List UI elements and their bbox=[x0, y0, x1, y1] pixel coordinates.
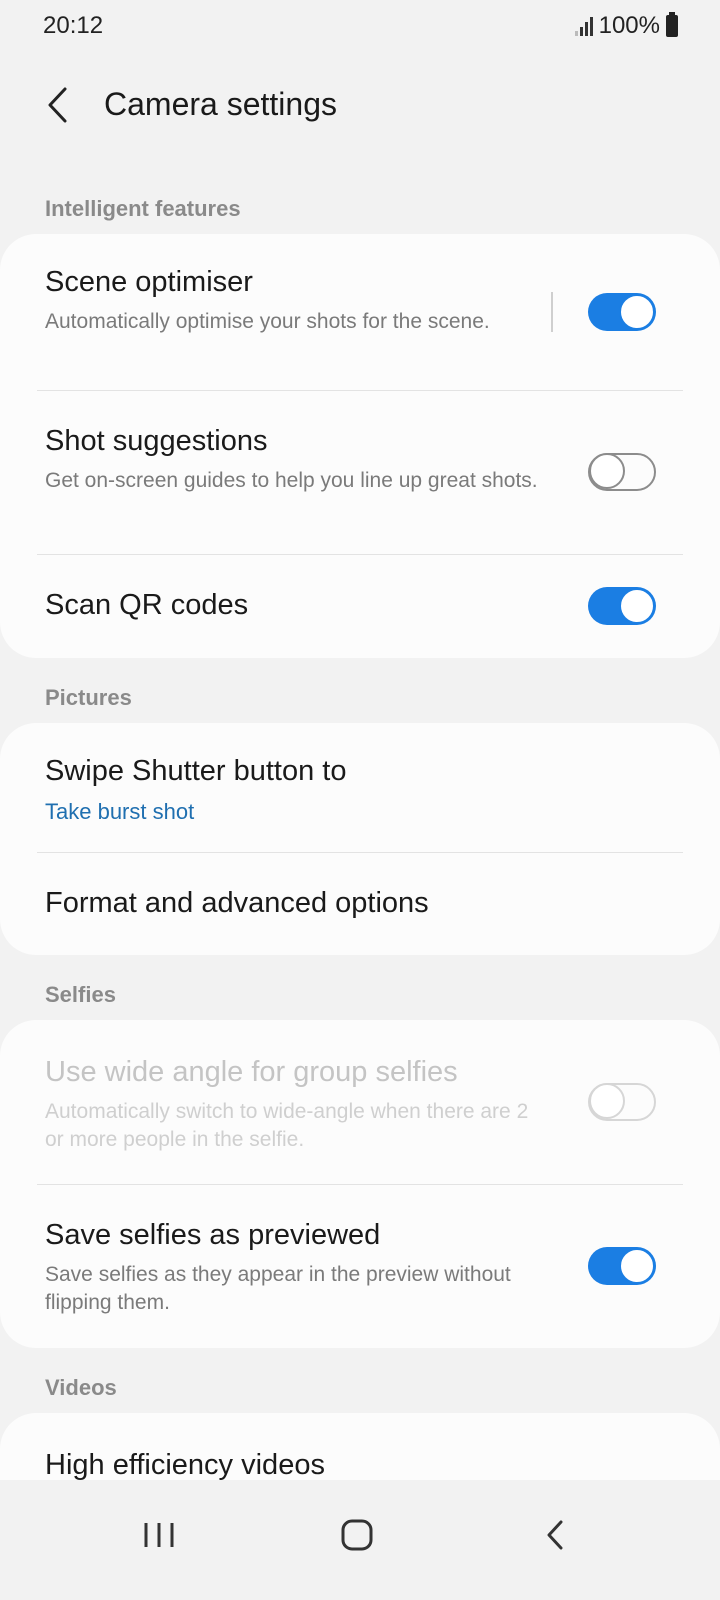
scan-qr-codes-toggle[interactable] bbox=[588, 587, 656, 625]
setting-title: Use wide angle for group selfies bbox=[45, 1056, 458, 1088]
navigation-bar bbox=[0, 1480, 720, 1600]
setting-subtitle: Automatically optimise your shots for th… bbox=[45, 310, 490, 333]
card-selfies: Use wide angle for group selfies Automat… bbox=[0, 1020, 720, 1348]
back-icon bbox=[547, 1520, 563, 1550]
setting-title: Scan QR codes bbox=[45, 589, 249, 621]
section-header-intelligent: Intelligent features bbox=[45, 196, 241, 221]
scene-optimiser-toggle[interactable] bbox=[588, 293, 656, 331]
setting-shot-suggestions[interactable]: Shot suggestions Get on-screen guides to… bbox=[0, 391, 720, 554]
home-icon bbox=[341, 1519, 373, 1551]
setting-title: Format and advanced options bbox=[45, 887, 429, 919]
card-videos: High efficiency videos bbox=[0, 1413, 720, 1480]
setting-title: Save selfies as previewed bbox=[45, 1219, 381, 1251]
setting-scan-qr-codes[interactable]: Scan QR codes bbox=[0, 555, 720, 658]
setting-subtitle: Get on-screen guides to help you line up… bbox=[45, 469, 538, 492]
app-header: Camera settings bbox=[0, 70, 720, 140]
setting-swipe-shutter[interactable]: Swipe Shutter button to Take burst shot bbox=[0, 723, 720, 852]
page-title: Camera settings bbox=[104, 86, 337, 122]
shot-suggestions-toggle[interactable] bbox=[588, 453, 656, 491]
section-header-selfies: Selfies bbox=[45, 982, 116, 1007]
section-header-pictures: Pictures bbox=[45, 685, 132, 710]
card-intelligent-features: Scene optimiser Automatically optimise y… bbox=[0, 234, 720, 658]
setting-wide-angle-group-selfies[interactable]: Use wide angle for group selfies Automat… bbox=[0, 1020, 720, 1184]
setting-save-selfies-previewed[interactable]: Save selfies as previewed Save selfies a… bbox=[0, 1185, 720, 1348]
save-selfies-toggle[interactable] bbox=[588, 1247, 656, 1285]
setting-title: High efficiency videos bbox=[45, 1449, 325, 1480]
setting-subtitle: Automatically switch to wide-angle when … bbox=[45, 1100, 529, 1151]
setting-format-advanced[interactable]: Format and advanced options bbox=[0, 853, 720, 955]
nav-back-button[interactable] bbox=[515, 1500, 595, 1570]
back-button[interactable] bbox=[36, 80, 80, 130]
setting-title: Shot suggestions bbox=[45, 425, 268, 457]
setting-scene-optimiser[interactable]: Scene optimiser Automatically optimise y… bbox=[0, 234, 720, 390]
recents-button[interactable] bbox=[119, 1500, 199, 1570]
recents-icon bbox=[144, 1523, 174, 1547]
setting-title: Scene optimiser bbox=[45, 266, 253, 298]
setting-title: Swipe Shutter button to bbox=[45, 755, 347, 787]
setting-value: Take burst shot bbox=[45, 799, 195, 824]
vertical-divider bbox=[551, 292, 553, 332]
wide-angle-toggle[interactable] bbox=[588, 1083, 656, 1121]
settings-content[interactable]: Camera settings Intelligent features Sce… bbox=[0, 0, 720, 1480]
card-pictures: Swipe Shutter button to Take burst shot … bbox=[0, 723, 720, 955]
section-header-videos: Videos bbox=[45, 1375, 117, 1400]
setting-high-efficiency-videos[interactable]: High efficiency videos bbox=[0, 1413, 720, 1480]
setting-subtitle: Save selfies as they appear in the previ… bbox=[45, 1263, 511, 1314]
chevron-left-icon bbox=[48, 87, 67, 123]
home-button[interactable] bbox=[317, 1500, 397, 1570]
